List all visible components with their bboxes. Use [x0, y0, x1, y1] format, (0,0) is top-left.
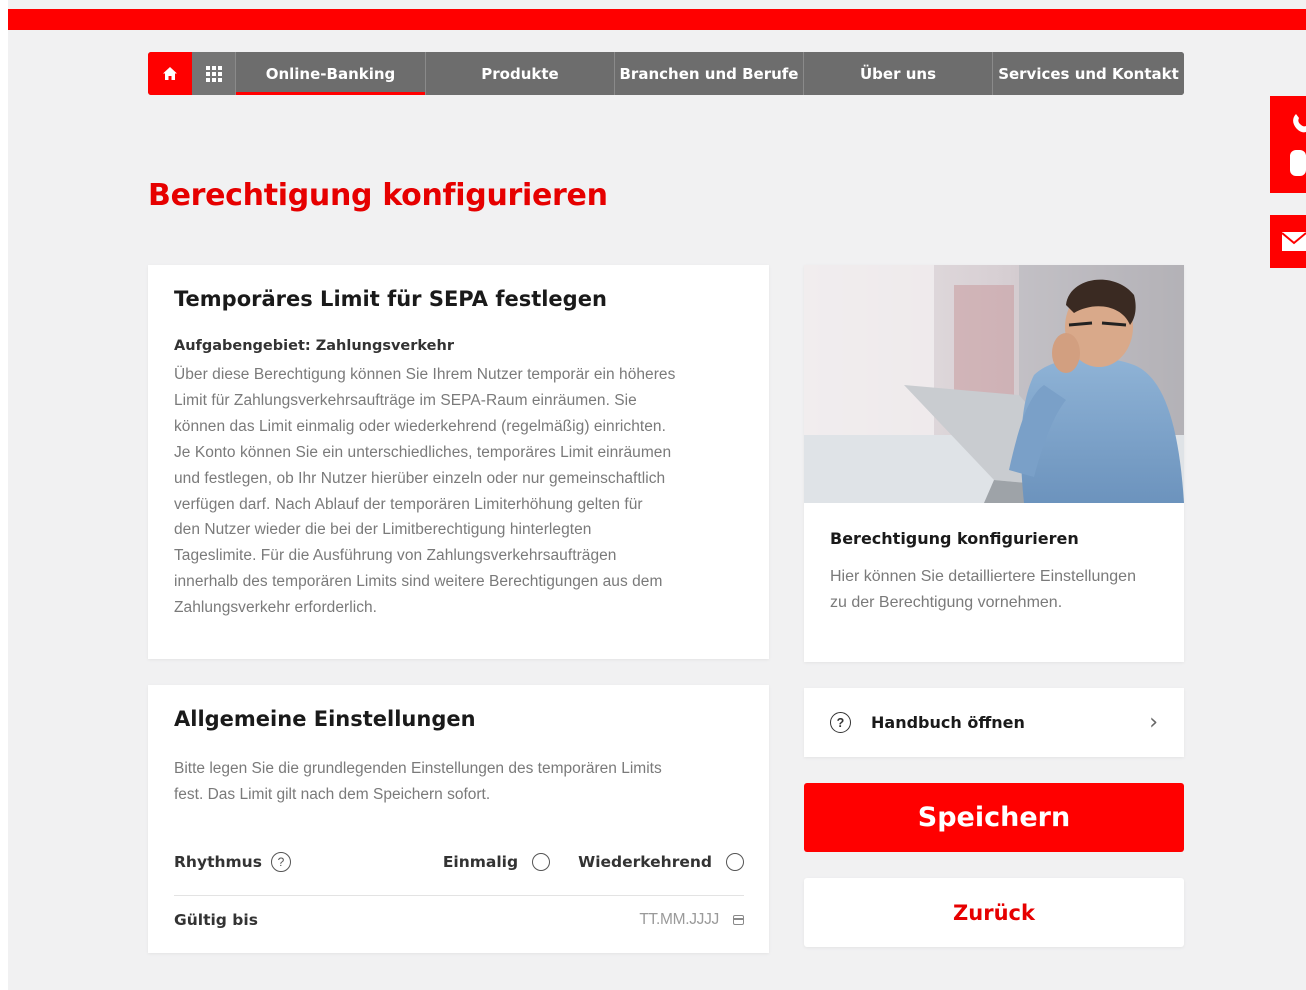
- sepa-card-subtitle: Aufgabengebiet: Zahlungsverkehr: [174, 338, 454, 354]
- settings-card-title: Allgemeine Einstellungen: [174, 707, 476, 731]
- save-button[interactable]: Speichern: [804, 783, 1184, 852]
- description-line: Je Konto können Sie ein unterschiedliche…: [174, 443, 672, 461]
- mail-icon: [1281, 232, 1306, 251]
- description-line: verfügen darf. Nach Ablauf der temporäre…: [174, 495, 643, 513]
- grid-icon: [205, 65, 222, 82]
- radio-once[interactable]: [532, 853, 551, 871]
- open-manual-link[interactable]: ? Handbuch öffnen ›: [804, 688, 1184, 757]
- description-line: Tageslimite. Für die Ausführung von Zahl…: [174, 547, 617, 565]
- description-line: Limit für Zahlungsverkehrsaufträge im SE…: [174, 391, 637, 409]
- general-settings-card: Allgemeine Einstellungen Bitte legen Sie…: [148, 685, 769, 953]
- info-card-text: Hier können Sie detailliertere Einstellu…: [830, 568, 1136, 611]
- nav-item-online-banking[interactable]: Online-Banking: [236, 52, 426, 95]
- sepa-card-description: Über diese Berechtigung können Sie Ihrem…: [174, 362, 743, 621]
- radio-recurring[interactable]: [726, 853, 744, 871]
- nav-item-services-und-kontakt[interactable]: Services und Kontakt: [993, 52, 1184, 95]
- radio-recurring-label[interactable]: Wiederkehrend: [578, 853, 712, 871]
- description-line: innerhalb des temporären Limits sind wei…: [174, 573, 663, 591]
- valid-until-label: Gültig bis: [174, 911, 258, 929]
- rhythm-label: Rhythmus: [174, 853, 262, 871]
- info-card-title: Berechtigung konfigurieren: [830, 529, 1079, 548]
- sepa-card-title: Temporäres Limit für SEPA festlegen: [174, 287, 607, 311]
- home-button[interactable]: [148, 52, 192, 95]
- rhythm-radio-group: Einmalig Wiederkehrend: [443, 853, 744, 871]
- nav-item-produkte[interactable]: Produkte: [426, 52, 615, 95]
- rhythm-row: Rhythmus ? Einmalig Wiederkehrend: [174, 847, 744, 877]
- businessman-photo: [804, 265, 1184, 503]
- side-contact-mail-button[interactable]: [1270, 215, 1306, 268]
- chevron-right-icon: ›: [1149, 710, 1158, 735]
- valid-until-row: Gültig bis TT.MM.JJJJ: [174, 907, 744, 933]
- nav-item-branchen-und-berufe[interactable]: Branchen und Berufe: [615, 52, 804, 95]
- date-input[interactable]: TT.MM.JJJJ: [639, 911, 719, 929]
- description-line: Bitte legen Sie die grundlegenden Einste…: [174, 760, 662, 777]
- sepa-limit-card: Temporäres Limit für SEPA festlegen Aufg…: [148, 265, 769, 659]
- description-line: können das Limit einmalig oder wiederkeh…: [174, 417, 666, 435]
- page-title: Berechtigung konfigurieren: [148, 178, 608, 213]
- phone-icon: [1290, 114, 1306, 176]
- radio-once-label[interactable]: Einmalig: [443, 853, 518, 871]
- question-icon: ?: [830, 712, 851, 733]
- nav-item-ueber-uns[interactable]: Über uns: [804, 52, 993, 95]
- description-line: und festlegen, ob Ihr Nutzer hierüber ei…: [174, 469, 666, 487]
- help-icon[interactable]: ?: [270, 852, 291, 872]
- divider: [174, 895, 744, 896]
- calendar-icon[interactable]: [733, 915, 744, 925]
- home-icon: [163, 67, 177, 80]
- back-button[interactable]: Zurück: [804, 878, 1184, 947]
- description-line: Zahlungsverkehr erforderlich.: [174, 599, 378, 617]
- settings-description: Bitte legen Sie die grundlegenden Einste…: [174, 756, 749, 807]
- info-card: Berechtigung konfigurieren Hier können S…: [804, 265, 1184, 662]
- side-contact-phone-button[interactable]: [1270, 96, 1306, 193]
- main-navigation: Online-Banking Produkte Branchen und Ber…: [148, 52, 1184, 95]
- description-line: fest. Das Limit gilt nach dem Speichern …: [174, 785, 491, 803]
- description-line: Über diese Berechtigung können Sie Ihrem…: [174, 366, 676, 383]
- manual-label: Handbuch öffnen: [871, 713, 1025, 732]
- description-line: den Nutzer wieder die bei der Limitberec…: [174, 521, 592, 539]
- app-grid-button[interactable]: [192, 52, 236, 95]
- brand-top-bar: [8, 9, 1306, 30]
